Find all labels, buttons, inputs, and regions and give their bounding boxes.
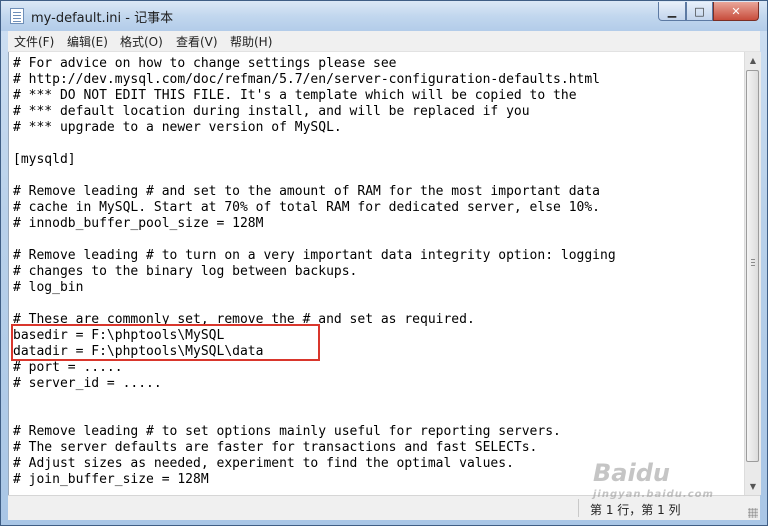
resize-grip-icon[interactable] (748, 508, 758, 518)
editor-content[interactable]: # For advice on how to change settings p… (13, 56, 616, 488)
notepad-icon[interactable] (10, 8, 24, 24)
editor-line[interactable] (13, 136, 616, 152)
close-button[interactable]: ✕ (713, 2, 759, 21)
notepad-window: my-default.ini - 记事本 ▁ □ ✕ 文件(F) 编辑(E) 格… (0, 0, 768, 526)
minimize-button[interactable]: ▁ (658, 2, 686, 21)
menu-edit[interactable]: 编辑(E) (67, 33, 108, 50)
editor-line[interactable]: # changes to the binary log between back… (13, 264, 616, 280)
watermark-logo-text: Baidu (593, 459, 670, 487)
title-bar[interactable]: my-default.ini - 记事本 ▁ □ ✕ (1, 1, 767, 31)
menu-file[interactable]: 文件(F) (14, 33, 54, 50)
editor-line[interactable]: # server_id = ..... (13, 376, 616, 392)
scroll-down-arrow-icon[interactable]: ▼ (745, 478, 761, 495)
editor-line[interactable]: # Adjust sizes as needed, experiment to … (13, 456, 616, 472)
editor-line[interactable]: # For advice on how to change settings p… (13, 56, 616, 72)
baidu-watermark: Baidu jingyan.baidu.com (593, 459, 743, 500)
editor-line[interactable]: # cache in MySQL. Start at 70% of total … (13, 200, 616, 216)
editor-line[interactable] (13, 232, 616, 248)
editor-line[interactable]: # *** default location during install, a… (13, 104, 616, 120)
editor-line[interactable]: [mysqld] (13, 152, 616, 168)
menu-bar: 文件(F) 编辑(E) 格式(O) 查看(V) 帮助(H) (8, 31, 760, 52)
editor-line[interactable] (13, 168, 616, 184)
menu-view[interactable]: 查看(V) (176, 33, 218, 50)
editor-line[interactable]: # Remove leading # to set options mainly… (13, 424, 616, 440)
cursor-position: 第 1 行，第 1 列 (590, 503, 681, 517)
status-divider (578, 499, 579, 517)
editor-line[interactable]: # The server defaults are faster for tra… (13, 440, 616, 456)
editor-line[interactable] (13, 408, 616, 424)
maximize-button[interactable]: □ (686, 2, 713, 21)
vertical-scrollbar[interactable]: ▲ ▼ (744, 52, 761, 495)
scroll-up-arrow-icon[interactable]: ▲ (745, 52, 761, 69)
editor-line[interactable]: # http://dev.mysql.com/doc/refman/5.7/en… (13, 72, 616, 88)
editor-line[interactable]: # *** upgrade to a newer version of MySQ… (13, 120, 616, 136)
menu-help[interactable]: 帮助(H) (230, 33, 272, 50)
editor-line[interactable]: # innodb_buffer_pool_size = 128M (13, 216, 616, 232)
editor-line[interactable]: # join_buffer_size = 128M (13, 472, 616, 488)
editor-line[interactable] (13, 296, 616, 312)
highlight-annotation-box (11, 324, 320, 361)
editor-line[interactable]: # port = ..... (13, 360, 616, 376)
watermark-subtext: jingyan.baidu.com (593, 489, 714, 500)
editor-line[interactable]: # Remove leading # and set to the amount… (13, 184, 616, 200)
thumb-grip-icon (751, 259, 755, 260)
menu-format[interactable]: 格式(O) (120, 33, 163, 50)
window-title: my-default.ini - 记事本 (31, 11, 174, 26)
editor-line[interactable]: # *** DO NOT EDIT THIS FILE. It's a temp… (13, 88, 616, 104)
text-editor[interactable]: # For advice on how to change settings p… (8, 52, 745, 495)
editor-line[interactable]: # log_bin (13, 280, 616, 296)
editor-line[interactable]: # Remove leading # to turn on a very imp… (13, 248, 616, 264)
editor-line[interactable] (13, 392, 616, 408)
scrollbar-thumb[interactable] (746, 70, 759, 462)
